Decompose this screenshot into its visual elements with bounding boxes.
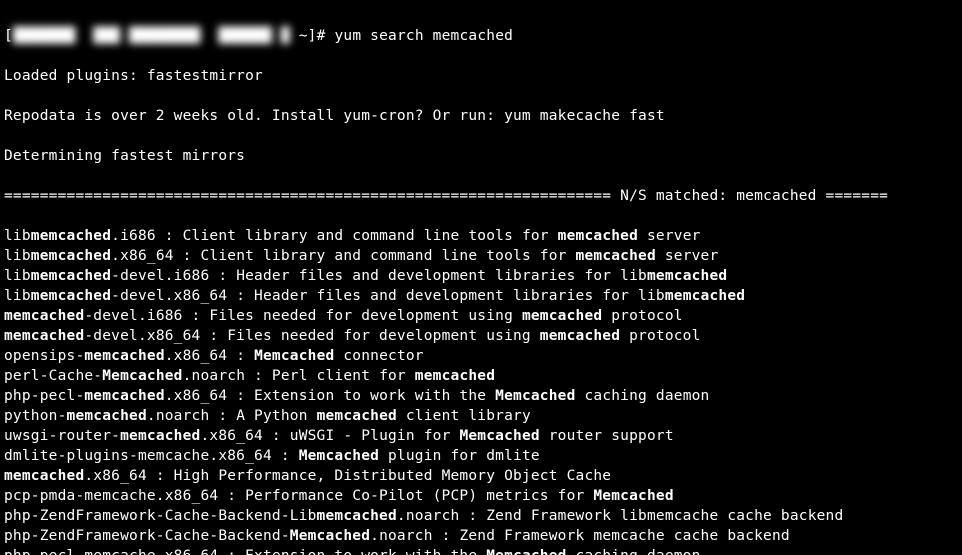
output-line: Determining fastest mirrors <box>4 146 958 166</box>
output-line: Repodata is over 2 weeks old. Install yu… <box>4 106 958 126</box>
section-header: ========================================… <box>4 186 958 206</box>
match-highlight: Memcached <box>486 548 566 555</box>
prompt-line: [███████ ███ ████████ ██████ █ ~]# yum s… <box>4 26 958 46</box>
terminal-output[interactable]: [███████ ███ ████████ ██████ █ ~]# yum s… <box>0 0 962 555</box>
result-line: uwsgi-router-memcached.x86_64 : uWSGI - … <box>4 426 958 446</box>
result-line: php-ZendFramework-Cache-Backend-Libmemca… <box>4 506 958 526</box>
match-highlight: memcached <box>576 248 656 264</box>
match-highlight: memcached <box>67 408 147 424</box>
result-line: dmlite-plugins-memcache.x86_64 : Memcach… <box>4 446 958 466</box>
match-highlight: Memcached <box>459 428 539 444</box>
match-highlight: memcached <box>558 228 638 244</box>
match-highlight: memcached <box>317 508 397 524</box>
result-line: php-pecl-memcached.x86_64 : Extension to… <box>4 386 958 406</box>
match-highlight: Memcached <box>495 388 575 404</box>
match-highlight: memcached <box>31 228 111 244</box>
result-line: memcached.x86_64 : High Performance, Dis… <box>4 466 958 486</box>
match-highlight: memcached <box>31 268 111 284</box>
result-line: libmemcached.x86_64 : Client library and… <box>4 246 958 266</box>
result-line: perl-Cache-Memcached.noarch : Perl clien… <box>4 366 958 386</box>
match-highlight: memcached <box>647 268 727 284</box>
result-line: libmemcached.i686 : Client library and c… <box>4 226 958 246</box>
match-highlight: Memcached <box>290 528 370 544</box>
result-line: pcp-pmda-memcache.x86_64 : Performance C… <box>4 486 958 506</box>
match-highlight: memcached <box>31 248 111 264</box>
match-highlight: Memcached <box>593 488 673 504</box>
match-highlight: memcached <box>522 308 602 324</box>
match-highlight: memcached <box>120 428 200 444</box>
result-line: php-ZendFramework-Cache-Backend-Memcache… <box>4 526 958 546</box>
match-highlight: memcached <box>415 368 495 384</box>
match-highlight: memcached <box>4 328 84 344</box>
result-line: libmemcached-devel.x86_64 : Header files… <box>4 286 958 306</box>
result-line: python-memcached.noarch : A Python memca… <box>4 406 958 426</box>
match-highlight: memcached <box>540 328 620 344</box>
match-highlight: memcached <box>4 308 84 324</box>
match-highlight: Memcached <box>299 448 379 464</box>
result-line: libmemcached-devel.i686 : Header files a… <box>4 266 958 286</box>
result-line: php-pecl-memcache.x86_64 : Extension to … <box>4 546 958 555</box>
match-highlight: Memcached <box>102 368 182 384</box>
results-list: libmemcached.i686 : Client library and c… <box>4 226 958 555</box>
result-line: memcached-devel.i686 : Files needed for … <box>4 306 958 326</box>
result-line: opensips-memcached.x86_64 : Memcached co… <box>4 346 958 366</box>
match-highlight: memcached <box>31 288 111 304</box>
hostname-blurred: ███████ ███ ████████ ██████ █ <box>13 26 290 46</box>
match-highlight: memcached <box>317 408 397 424</box>
match-highlight: memcached <box>665 288 745 304</box>
match-highlight: memcached <box>84 388 164 404</box>
result-line: memcached-devel.x86_64 : Files needed fo… <box>4 326 958 346</box>
command-text: yum search memcached <box>334 28 513 44</box>
match-highlight: Memcached <box>254 348 334 364</box>
output-line: Loaded plugins: fastestmirror <box>4 66 958 86</box>
match-highlight: memcached <box>4 468 84 484</box>
match-highlight: memcached <box>84 348 164 364</box>
